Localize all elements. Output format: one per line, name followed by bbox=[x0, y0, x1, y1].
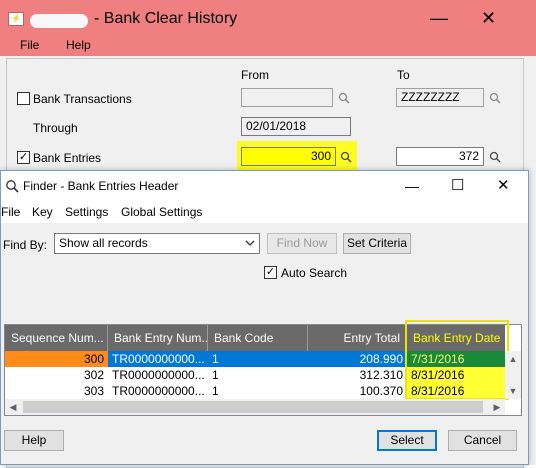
check-mark-icon: ✓ bbox=[18, 151, 29, 163]
cell-entry-number: TR0000000000... bbox=[112, 352, 205, 366]
menu-settings[interactable]: Settings bbox=[65, 205, 108, 219]
scroll-down-icon[interactable]: ▼ bbox=[505, 383, 521, 399]
check-mark-icon: ✓ bbox=[265, 266, 276, 278]
menu-file[interactable]: File bbox=[1, 205, 20, 219]
finder-dialog: Finder - Bank Entries Header — ☐ ✕ File … bbox=[0, 170, 529, 465]
bank-entries-to-field[interactable]: 372 bbox=[396, 147, 484, 166]
chevron-down-icon bbox=[245, 240, 255, 246]
menu-help[interactable]: Help bbox=[66, 38, 91, 52]
bank-transactions-label: Bank Transactions bbox=[33, 92, 132, 106]
through-date-field[interactable]: 02/01/2018 bbox=[241, 117, 351, 136]
cell-bank-code: 1 bbox=[212, 384, 219, 398]
search-icon bbox=[6, 180, 19, 193]
menu-global-settings[interactable]: Global Settings bbox=[121, 205, 202, 219]
minimize-button[interactable]: — bbox=[405, 177, 419, 195]
minimize-button[interactable]: — bbox=[430, 9, 448, 27]
auto-search-label: Auto Search bbox=[281, 266, 348, 280]
find-by-label: Find By: bbox=[3, 238, 48, 252]
title-bar: ⚡ - Bank Clear History — ✕ bbox=[0, 0, 536, 36]
bank-entries-from-field[interactable]: 300 bbox=[241, 147, 336, 166]
lookup-icon[interactable] bbox=[489, 151, 501, 163]
column-header-entry-total[interactable]: Entry Total bbox=[308, 325, 407, 351]
cell-bank-code: 1 bbox=[212, 352, 219, 366]
menu-bar: File Help bbox=[0, 36, 536, 56]
from-column-label: From bbox=[241, 68, 269, 82]
results-grid: Sequence Num... Bank Entry Num... Bank C… bbox=[4, 320, 522, 416]
bank-transactions-checkbox[interactable] bbox=[17, 92, 30, 105]
lookup-icon[interactable] bbox=[489, 92, 501, 104]
vertical-scrollbar[interactable]: ▲ ▼ bbox=[505, 351, 521, 399]
maximize-button[interactable]: ☐ bbox=[451, 177, 464, 195]
close-button[interactable]: ✕ bbox=[481, 9, 496, 27]
cell-entry-total: 208.990 bbox=[359, 352, 403, 366]
column-header-entry-number[interactable]: Bank Entry Num... bbox=[108, 325, 208, 351]
date-column-highlight bbox=[405, 320, 509, 400]
scroll-up-icon[interactable]: ▲ bbox=[505, 351, 521, 367]
cell-entry-total: 100.370 bbox=[359, 384, 403, 398]
close-button[interactable]: ✕ bbox=[497, 177, 510, 195]
cell-bank-code: 1 bbox=[212, 368, 219, 382]
app-icon: ⚡ bbox=[8, 12, 24, 26]
cell-sequence: 300 bbox=[5, 351, 108, 367]
cancel-button[interactable]: Cancel bbox=[448, 430, 517, 451]
bank-entries-checkbox[interactable]: ✓ bbox=[17, 151, 30, 164]
scroll-right-icon[interactable]: ▶ bbox=[489, 399, 505, 415]
scroll-thumb[interactable] bbox=[23, 401, 483, 413]
finder-title-bar: Finder - Bank Entries Header — ☐ ✕ bbox=[1, 171, 528, 201]
find-now-button[interactable]: Find Now bbox=[267, 233, 337, 254]
find-by-select[interactable]: Show all records bbox=[54, 233, 260, 254]
redacted-company-name bbox=[30, 14, 88, 28]
bank-transactions-to-field[interactable]: ZZZZZZZZ bbox=[396, 88, 484, 107]
column-header-sequence[interactable]: Sequence Num... bbox=[5, 325, 108, 351]
scroll-left-icon[interactable]: ◀ bbox=[5, 399, 21, 415]
finder-title: Finder - Bank Entries Header bbox=[23, 179, 179, 193]
window-title: - Bank Clear History bbox=[94, 10, 238, 27]
horizontal-scrollbar[interactable]: ◀ ▶ bbox=[5, 399, 505, 415]
cell-entry-number: TR0000000000... bbox=[112, 384, 205, 398]
menu-file[interactable]: File bbox=[20, 38, 39, 52]
finder-menu-bar: File Key Settings Global Settings bbox=[1, 201, 528, 223]
set-criteria-button[interactable]: Set Criteria bbox=[343, 233, 411, 254]
bank-entries-label: Bank Entries bbox=[33, 151, 102, 165]
help-button[interactable]: Help bbox=[4, 430, 64, 451]
cell-entry-number: TR0000000000... bbox=[112, 368, 205, 382]
cell-entry-total: 312.310 bbox=[359, 368, 403, 382]
through-label: Through bbox=[33, 121, 78, 135]
bank-transactions-from-field[interactable] bbox=[241, 88, 333, 107]
column-header-bank-code[interactable]: Bank Code bbox=[208, 325, 308, 351]
lookup-icon[interactable] bbox=[340, 151, 352, 163]
select-button[interactable]: Select bbox=[377, 430, 437, 451]
to-column-label: To bbox=[397, 68, 410, 82]
find-by-value: Show all records bbox=[59, 236, 148, 250]
cell-sequence: 302 bbox=[83, 368, 104, 382]
lookup-icon[interactable] bbox=[338, 92, 350, 104]
cell-sequence: 303 bbox=[83, 384, 104, 398]
menu-key[interactable]: Key bbox=[32, 205, 53, 219]
auto-search-checkbox[interactable]: ✓ bbox=[264, 266, 277, 279]
